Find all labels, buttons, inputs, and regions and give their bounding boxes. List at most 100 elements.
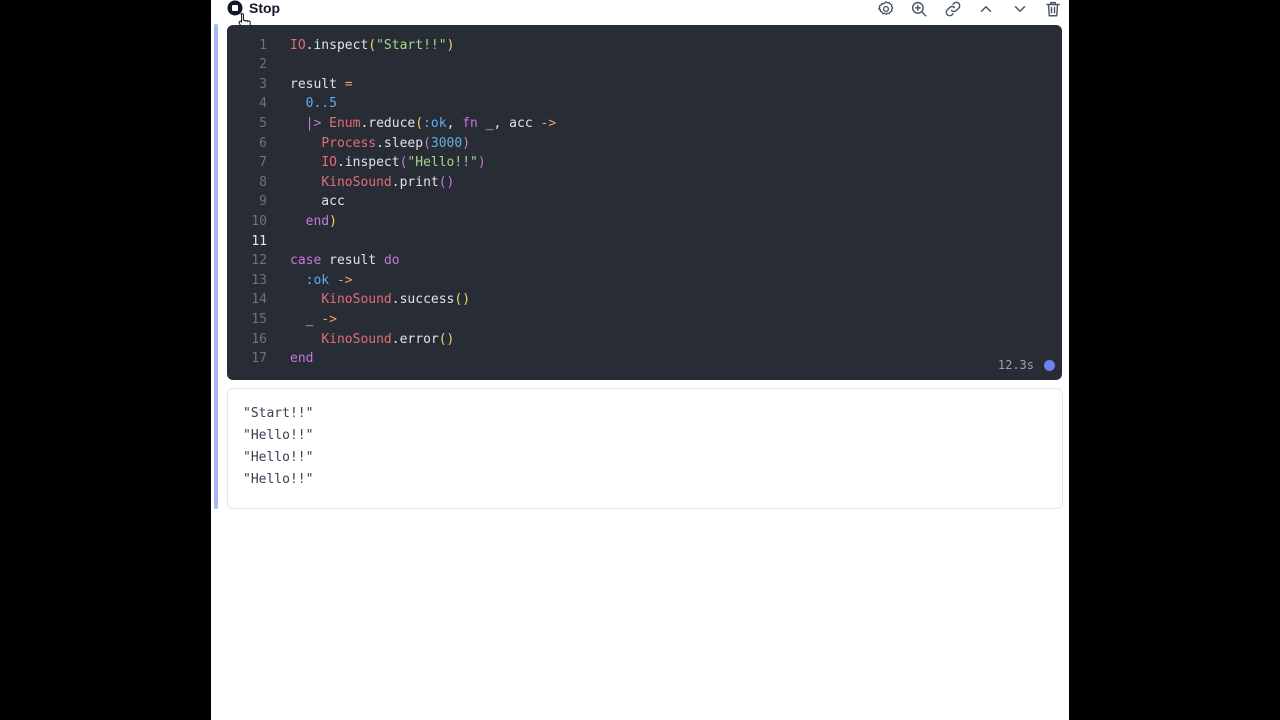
line-number: 11 xyxy=(251,233,267,249)
code-text: KinoSound.success() xyxy=(290,290,470,310)
code-token: result xyxy=(290,76,345,92)
evaluation-status-indicator xyxy=(1044,360,1055,371)
code-token: -> xyxy=(540,115,557,131)
line-number: 16 xyxy=(251,331,267,347)
code-line[interactable]: 14 KinoSound.success() xyxy=(227,290,1062,310)
code-token: ( xyxy=(415,115,424,131)
code-token: end xyxy=(290,351,314,367)
code-line[interactable]: 8 KinoSound.print() xyxy=(227,173,1062,193)
line-number: 4 xyxy=(259,96,267,112)
line-number: 12 xyxy=(251,253,267,269)
code-token: Enum xyxy=(329,115,361,131)
code-token: _ xyxy=(290,311,322,327)
code-token: 3000 xyxy=(430,135,463,151)
code-line[interactable]: 16 KinoSound.error() xyxy=(227,330,1062,350)
code-text: IO.inspect("Hello!!") xyxy=(290,153,486,173)
code-line[interactable]: 11 xyxy=(227,232,1062,252)
output-line: "Hello!!" xyxy=(243,450,314,466)
code-token: :ok xyxy=(305,272,330,288)
code-token: , xyxy=(446,115,463,131)
code-token: ( xyxy=(423,135,431,151)
line-number: 14 xyxy=(251,292,267,308)
code-line[interactable]: 3 result = xyxy=(227,75,1062,95)
trash-icon[interactable] xyxy=(1043,0,1063,19)
evaluation-time: 12.3s xyxy=(997,358,1034,372)
code-token: .reduce xyxy=(360,115,416,131)
code-line[interactable]: 13 :ok -> xyxy=(227,271,1062,291)
line-number: 6 xyxy=(259,135,267,151)
line-number: 3 xyxy=(259,76,267,92)
chevron-up-icon[interactable] xyxy=(976,0,996,19)
code-token: KinoSound xyxy=(321,174,392,190)
link-icon[interactable] xyxy=(943,0,963,19)
code-line[interactable]: 6 Process.sleep(3000) xyxy=(227,134,1062,154)
code-token: do xyxy=(383,253,400,269)
code-token: .error xyxy=(391,331,439,347)
code-text: Process.sleep(3000) xyxy=(290,134,470,154)
code-text: IO.inspect("Start!!") xyxy=(290,36,454,56)
code-text: |> Enum.reduce(:ok, fn _, acc -> xyxy=(290,114,557,134)
code-token: fn xyxy=(462,115,478,131)
code-text: case result do xyxy=(290,251,400,271)
stop-button[interactable]: Stop xyxy=(227,0,280,17)
line-number: 5 xyxy=(259,115,267,131)
code-token: .success xyxy=(391,292,455,308)
code-token: .print xyxy=(391,174,439,190)
line-number: 10 xyxy=(251,213,267,229)
code-text: _ -> xyxy=(290,310,337,330)
cell-actions xyxy=(862,0,1063,19)
code-line[interactable]: 5 |> Enum.reduce(:ok, fn _, acc -> xyxy=(227,114,1062,134)
cell-focus-indicator xyxy=(214,24,218,509)
line-number: 9 xyxy=(259,194,267,210)
code-text: KinoSound.error() xyxy=(290,330,454,350)
code-line[interactable]: 2 xyxy=(227,55,1062,75)
code-line[interactable]: 4 0..5 xyxy=(227,94,1062,114)
code-line[interactable]: 7 IO.inspect("Hello!!") xyxy=(227,153,1062,173)
code-editor[interactable]: 1 IO.inspect("Start!!") 2 3 result = 4 0..5 5 … xyxy=(227,25,1062,380)
code-token: ) xyxy=(329,213,337,229)
code-token: case xyxy=(290,253,322,269)
code-line[interactable]: 1 IO.inspect("Start!!") xyxy=(227,36,1062,56)
code-token: |> xyxy=(305,115,322,131)
code-text: 0..5 xyxy=(290,94,337,114)
code-token: 0..5 xyxy=(305,96,337,112)
code-text: :ok -> xyxy=(290,271,353,291)
code-token: () xyxy=(454,292,471,308)
settings-icon[interactable] xyxy=(876,0,896,19)
line-number: 15 xyxy=(251,311,267,327)
code-token: _, acc xyxy=(477,115,541,131)
output-line: "Hello!!" xyxy=(243,472,314,488)
code-token: "Start!!" xyxy=(376,37,447,53)
line-number: 7 xyxy=(259,155,267,171)
stop-label: Stop xyxy=(249,0,281,16)
code-line[interactable]: 9 acc xyxy=(227,192,1062,212)
code-line[interactable]: 15 _ -> xyxy=(227,310,1062,330)
line-number: 17 xyxy=(251,351,267,367)
code-token: KinoSound xyxy=(321,331,392,347)
code-token: ) xyxy=(462,135,471,151)
code-text: end xyxy=(290,349,313,369)
zoom-in-icon[interactable] xyxy=(909,0,929,19)
chevron-down-icon[interactable] xyxy=(1010,0,1030,19)
code-line[interactable]: 12 case result do xyxy=(227,251,1062,271)
code-line[interactable]: 10 end) xyxy=(227,212,1062,232)
code-token: KinoSound xyxy=(321,292,392,308)
code-token: ) xyxy=(477,155,486,171)
cell-toolbar: Stop xyxy=(227,0,1063,18)
cell-output: "Start!!" "Hello!!" "Hello!!" "Hello!!" xyxy=(227,388,1063,509)
code-text: result = xyxy=(290,75,353,95)
code-token: .sleep xyxy=(376,135,424,151)
code-line[interactable]: 17 end xyxy=(227,349,1062,369)
code-token: () xyxy=(438,174,455,190)
code-token: .inspect xyxy=(305,37,369,53)
code-text: KinoSound.print() xyxy=(290,173,454,193)
code-text: acc xyxy=(290,192,345,212)
code-token: IO xyxy=(321,155,337,171)
output-line: "Start!!" xyxy=(243,405,314,421)
